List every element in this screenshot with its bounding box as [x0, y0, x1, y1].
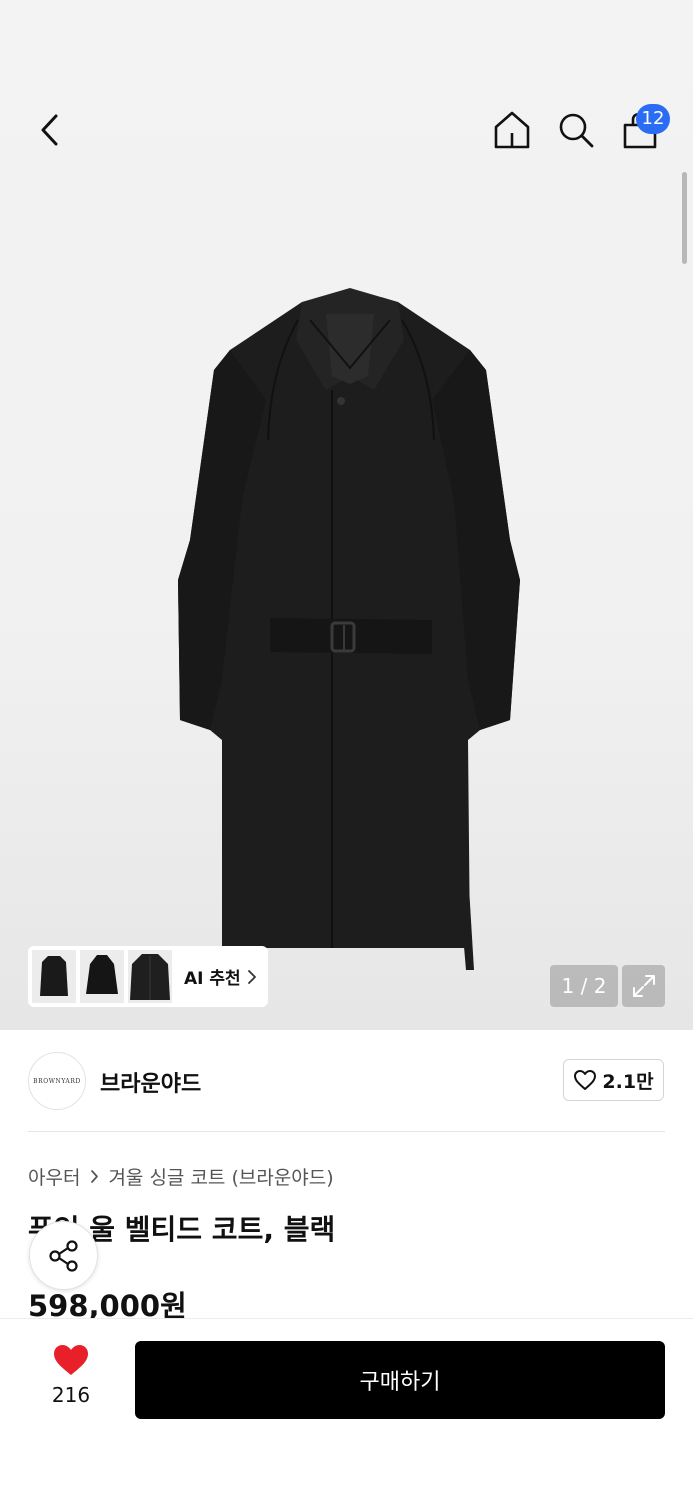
ai-thumbnail[interactable] — [128, 950, 172, 1003]
ai-thumbnail[interactable] — [80, 950, 124, 1003]
wishlist-count: 216 — [51, 1383, 91, 1407]
ai-recommendation-strip[interactable]: AI 추천 — [28, 946, 268, 1007]
share-icon — [48, 1239, 78, 1272]
back-button[interactable] — [26, 106, 74, 154]
brand-like-count: 2.1만 — [602, 1070, 654, 1093]
chevron-right-icon — [247, 969, 256, 984]
buy-button[interactable]: 구매하기 — [135, 1341, 665, 1419]
ai-thumbnail[interactable] — [32, 950, 76, 1003]
brand-logo-text: BROWNYARD — [33, 1077, 81, 1085]
scrollbar[interactable] — [682, 172, 687, 264]
search-icon — [559, 113, 594, 148]
chevron-right-icon — [91, 1169, 99, 1183]
image-page-indicator: 1 / 2 — [550, 965, 618, 1007]
breadcrumb: 아우터 겨울 싱글 코트 (브라운야드) — [28, 1162, 334, 1190]
expand-image-button[interactable] — [622, 965, 665, 1007]
product-image — [178, 288, 520, 970]
brand-name[interactable]: 브라운야드 — [100, 1066, 201, 1098]
breadcrumb-subcategory[interactable]: 겨울 싱글 코트 (브라운야드) — [108, 1163, 333, 1190]
brand-logo[interactable]: BROWNYARD — [28, 1052, 86, 1110]
brand-like-button[interactable]: 2.1만 — [563, 1059, 664, 1101]
share-button[interactable] — [29, 1221, 98, 1290]
search-button[interactable] — [552, 106, 600, 154]
bottom-action-bar: 216 구매하기 — [0, 1318, 693, 1500]
expand-icon — [632, 975, 655, 997]
cart-count-badge: 12 — [636, 104, 670, 134]
brand-row: BROWNYARD 브라운야드 2.1만 — [0, 1030, 693, 1132]
home-button[interactable] — [488, 106, 536, 154]
wishlist-button[interactable]: 216 — [40, 1343, 102, 1413]
top-navigation-bar: 12 — [0, 100, 693, 160]
breadcrumb-separator — [90, 1169, 99, 1184]
back-icon — [41, 114, 58, 146]
heart-outline-icon — [574, 1070, 597, 1090]
home-icon — [494, 111, 530, 149]
breadcrumb-category[interactable]: 아우터 — [28, 1163, 80, 1190]
product-image-gallery[interactable]: 12 AI 추천 1 / 2 — [0, 0, 693, 1030]
divider — [28, 1131, 665, 1132]
heart-filled-icon — [54, 1345, 88, 1375]
ai-recommendation-label: AI 추천 — [184, 969, 241, 989]
